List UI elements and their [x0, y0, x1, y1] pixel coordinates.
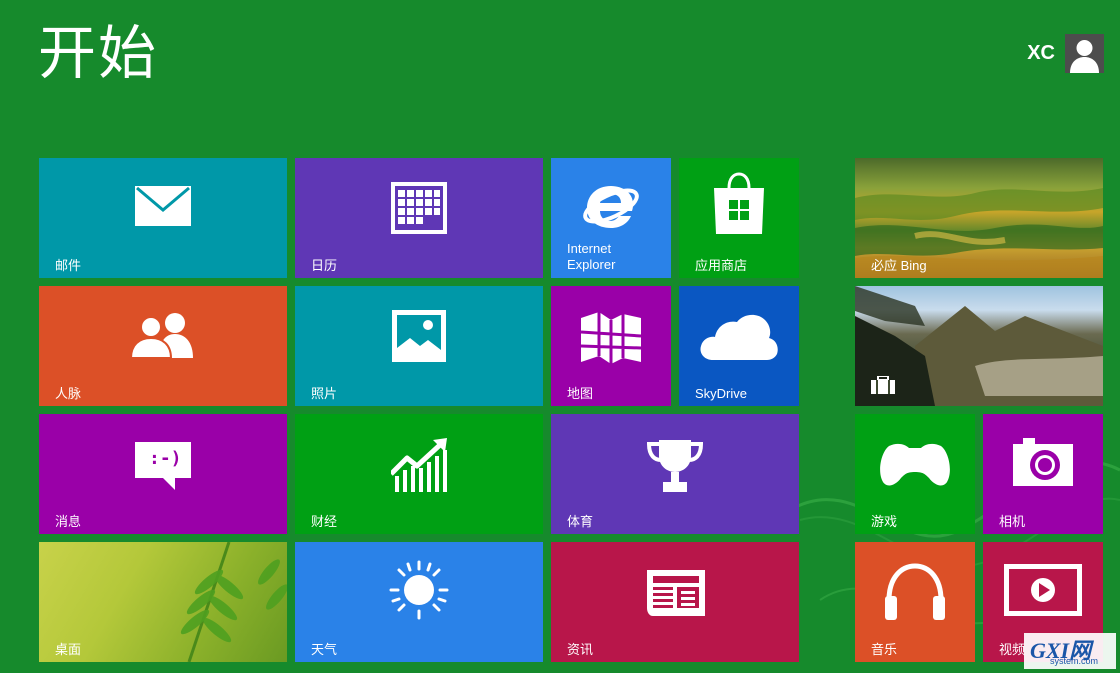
tile-people[interactable]: 人脉 [39, 286, 287, 406]
user-silhouette-icon [1065, 34, 1104, 73]
tile-sports[interactable]: 体育 [551, 414, 799, 534]
trophy-icon [647, 440, 703, 492]
watermark-site: system.com [1050, 656, 1099, 666]
tile-travel[interactable] [855, 286, 1103, 406]
internet-explorer-icon [583, 186, 639, 228]
cloud-icon [700, 314, 778, 360]
tile-label: 视频 [999, 642, 1026, 657]
envelope-icon [135, 186, 191, 226]
tile-label: 日历 [311, 258, 338, 273]
emoticon-text: :-) [149, 448, 182, 469]
user-name: XC [1027, 42, 1055, 64]
tile-maps[interactable]: 地图 [551, 286, 671, 406]
tile-label: 邮件 [55, 258, 82, 273]
headphones-icon [885, 563, 945, 620]
newspaper-icon [647, 570, 705, 616]
tile-label: 照片 [311, 386, 338, 401]
camera-icon [1013, 438, 1073, 486]
tile-skydrive[interactable]: SkyDrive [679, 286, 799, 406]
tile-label: 消息 [55, 514, 82, 529]
tile-store[interactable]: 应用商店 [679, 158, 799, 278]
tile-label: 体育 [567, 514, 594, 529]
people-icon [129, 313, 193, 358]
tile-label: 相机 [999, 514, 1026, 529]
watermark-logo: GXI网 system.com [1024, 633, 1116, 669]
tile-games[interactable]: 游戏 [855, 414, 975, 534]
tile-label-line2: Explorer [567, 257, 616, 272]
map-icon [581, 312, 641, 364]
photo-icon [392, 310, 446, 362]
tile-calendar[interactable]: 日历 [295, 158, 543, 278]
tile-weather[interactable]: 天气 [295, 542, 543, 662]
tile-bing[interactable]: 必应 Bing [855, 158, 1103, 278]
tile-messaging[interactable]: :-) 消息 [39, 414, 287, 534]
tile-label: 游戏 [871, 514, 898, 529]
tile-internet-explorer[interactable]: Internet Explorer [551, 158, 671, 278]
start-title: 开始 [38, 19, 159, 87]
sun-icon [389, 560, 449, 620]
tile-label-ie: Internet Explorer [567, 241, 615, 273]
user-account[interactable]: XC [1027, 34, 1104, 73]
suitcase-icon [871, 376, 895, 394]
tile-mail[interactable]: 邮件 [39, 158, 287, 278]
tile-label: 财经 [311, 514, 338, 529]
tile-photos[interactable]: 照片 [295, 286, 543, 406]
tile-label-line1: Internet [567, 241, 612, 256]
tile-label: 应用商店 [695, 258, 748, 273]
store-bag-icon [714, 172, 764, 234]
tile-news[interactable]: 资讯 [551, 542, 799, 662]
tile-label: 人脉 [55, 386, 82, 401]
tile-label: 资讯 [567, 642, 594, 657]
tile-finance[interactable]: 财经 [295, 414, 543, 534]
tile-camera[interactable]: 相机 [983, 414, 1103, 534]
tile-music[interactable]: 音乐 [855, 542, 975, 662]
tile-label: SkyDrive [695, 386, 748, 401]
video-play-icon [1004, 564, 1082, 616]
tile-label: 必应 Bing [871, 258, 927, 273]
tile-label: 天气 [311, 642, 338, 657]
calendar-icon [391, 182, 447, 234]
tile-label: 桌面 [55, 642, 82, 657]
tile-label: 音乐 [871, 642, 898, 657]
tile-label: 地图 [567, 386, 594, 401]
tile-desktop[interactable]: 桌面 [39, 542, 287, 662]
game-controller-icon [880, 443, 950, 486]
stock-chart-icon [391, 438, 447, 492]
